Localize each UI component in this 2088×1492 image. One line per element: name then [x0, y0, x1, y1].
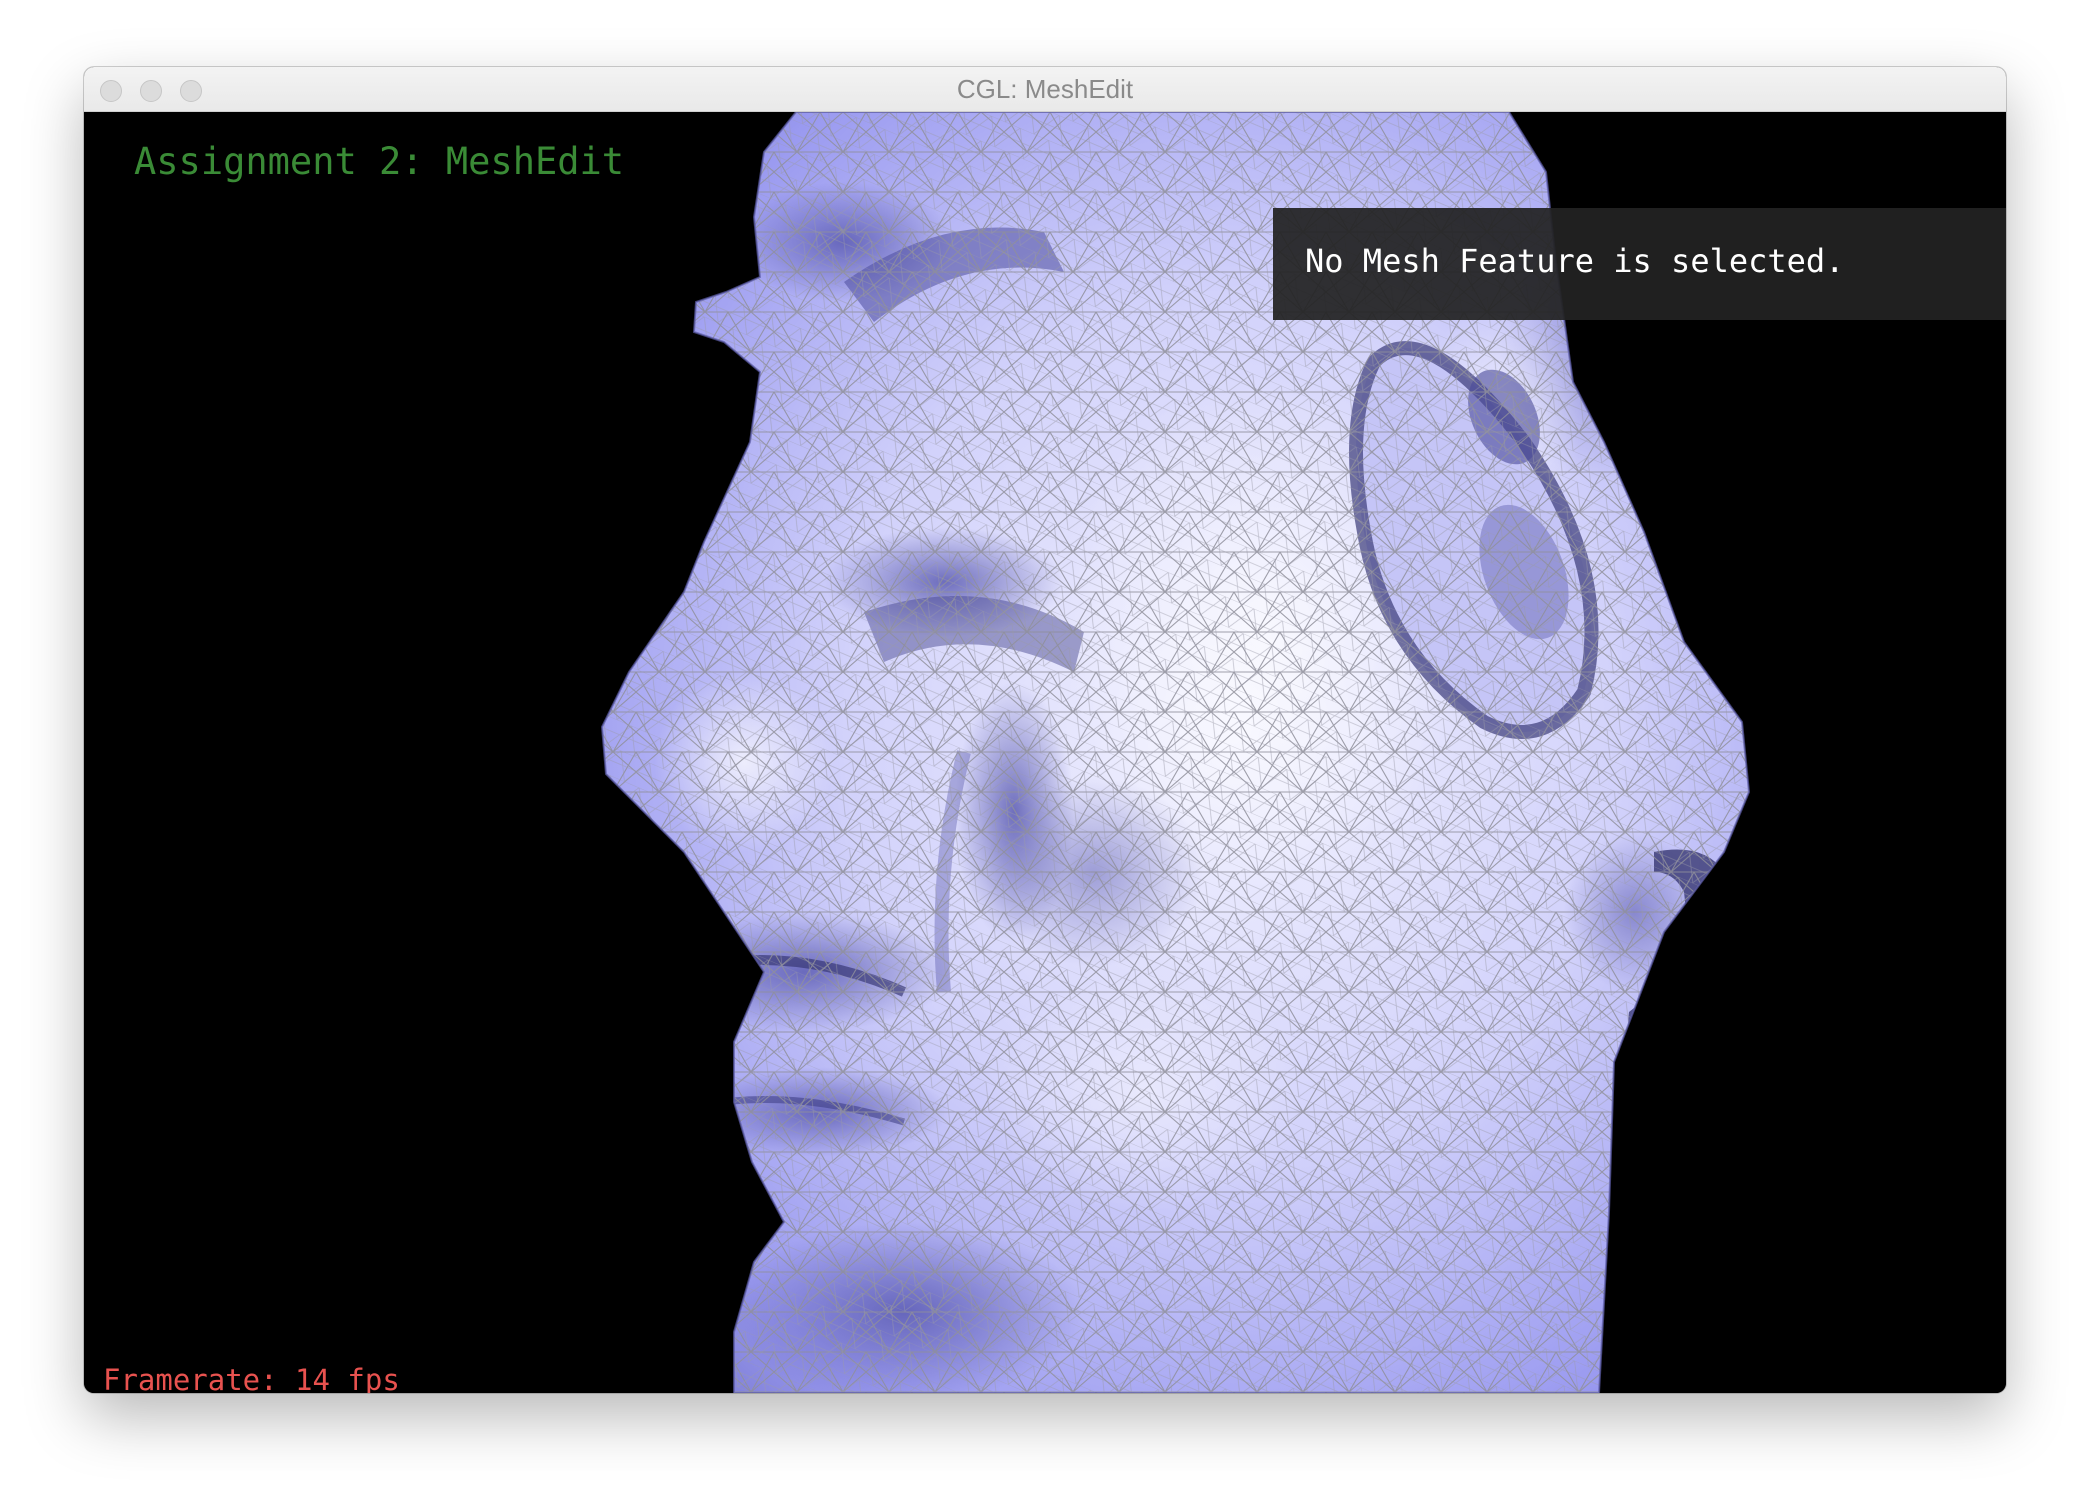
selection-info-text: No Mesh Feature is selected. [1305, 242, 1845, 280]
mesh-viewport[interactable]: Assignment 2: MeshEdit No Mesh Feature i… [84, 112, 2006, 1393]
window-title: CGL: MeshEdit [956, 74, 1134, 104]
app-window: CGL: MeshEdit Assignment 2: MeshEdit No … [84, 67, 2006, 1393]
title-bar[interactable]: CGL: MeshEdit [84, 67, 2006, 112]
assignment-label: Assignment 2: MeshEdit [134, 140, 625, 183]
selection-info-panel: No Mesh Feature is selected. [1273, 208, 2006, 320]
framerate-readout: Framerate: 14 fps [103, 1363, 400, 1394]
